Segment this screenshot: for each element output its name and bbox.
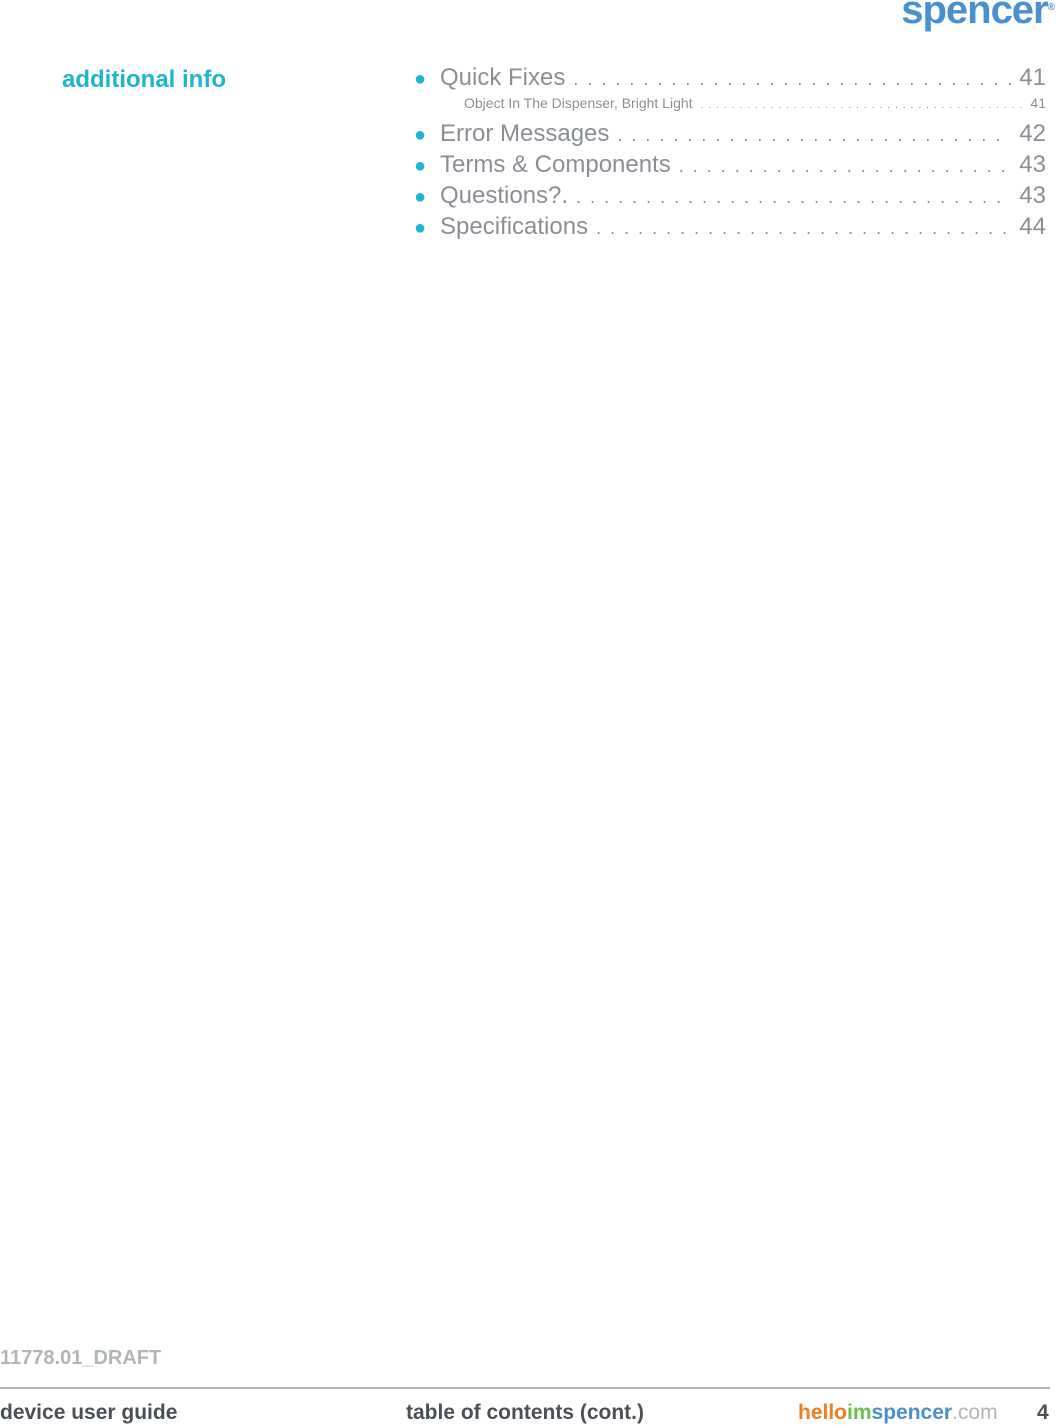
toc-label: Terms & Components	[440, 151, 671, 178]
toc-label: Specifications	[440, 213, 589, 240]
leader-dots: ........................................…	[700, 100, 1023, 111]
toc-page: 43	[1019, 182, 1046, 209]
toc-subitem[interactable]: Object In The Dispenser, Bright Light...…	[414, 95, 1046, 120]
leader-dots: ........................................…	[678, 156, 1012, 176]
toc-label: Quick Fixes	[440, 64, 566, 91]
toc-page: 43	[1019, 151, 1046, 178]
logo-text: spencer	[901, 0, 1048, 32]
toc-page: 42	[1019, 120, 1046, 147]
footer-divider	[0, 1387, 1050, 1389]
footer-doc-title: device user guide	[0, 1401, 178, 1424]
leader-dots: ........................................…	[596, 218, 1011, 238]
toc-page: 41	[1019, 64, 1046, 91]
toc-item[interactable]: ● Quick Fixes............................…	[414, 64, 1046, 95]
bullet-icon: ●	[414, 155, 427, 177]
footer-section: table of contents (cont.)	[406, 1401, 644, 1424]
toc-item[interactable]: ● Questions?.............................…	[414, 182, 1046, 213]
bullet-icon: ●	[414, 217, 427, 239]
toc-item[interactable]: ● Error Messages.........................…	[414, 120, 1046, 151]
bullet-icon: ●	[414, 68, 427, 90]
leader-dots: ........................................…	[617, 125, 1011, 145]
site-part: spencer	[871, 1401, 953, 1424]
site-part: hello	[798, 1401, 848, 1424]
toc-label: Error Messages	[440, 120, 610, 147]
leader-dots: ........................................…	[573, 69, 1011, 89]
toc-label: Object In The Dispenser, Bright Light	[464, 95, 693, 111]
draft-label: 11778.01_DRAFT	[0, 1347, 162, 1369]
leader-dots: ........................................…	[576, 187, 1011, 207]
toc-item[interactable]: ● Terms & Components.....................…	[414, 151, 1046, 182]
footer-website-link[interactable]: helloimspencer.com	[798, 1401, 998, 1425]
section-title: additional info	[62, 66, 226, 93]
toc-item[interactable]: ● Specifications.........................…	[414, 213, 1046, 244]
toc-list: ● Quick Fixes............................…	[414, 64, 1046, 244]
toc-page: 41	[1030, 95, 1046, 111]
site-part: .com	[952, 1401, 998, 1424]
bullet-icon: ●	[414, 124, 427, 146]
site-part: im	[847, 1401, 872, 1424]
registered-mark: ®	[1047, 2, 1055, 13]
bullet-icon: ●	[414, 186, 427, 208]
toc-label: Questions?.	[440, 182, 569, 209]
page-number: 4	[1037, 1401, 1049, 1424]
toc-page: 44	[1019, 213, 1046, 240]
spencer-logo: spencer®	[901, 0, 1055, 33]
